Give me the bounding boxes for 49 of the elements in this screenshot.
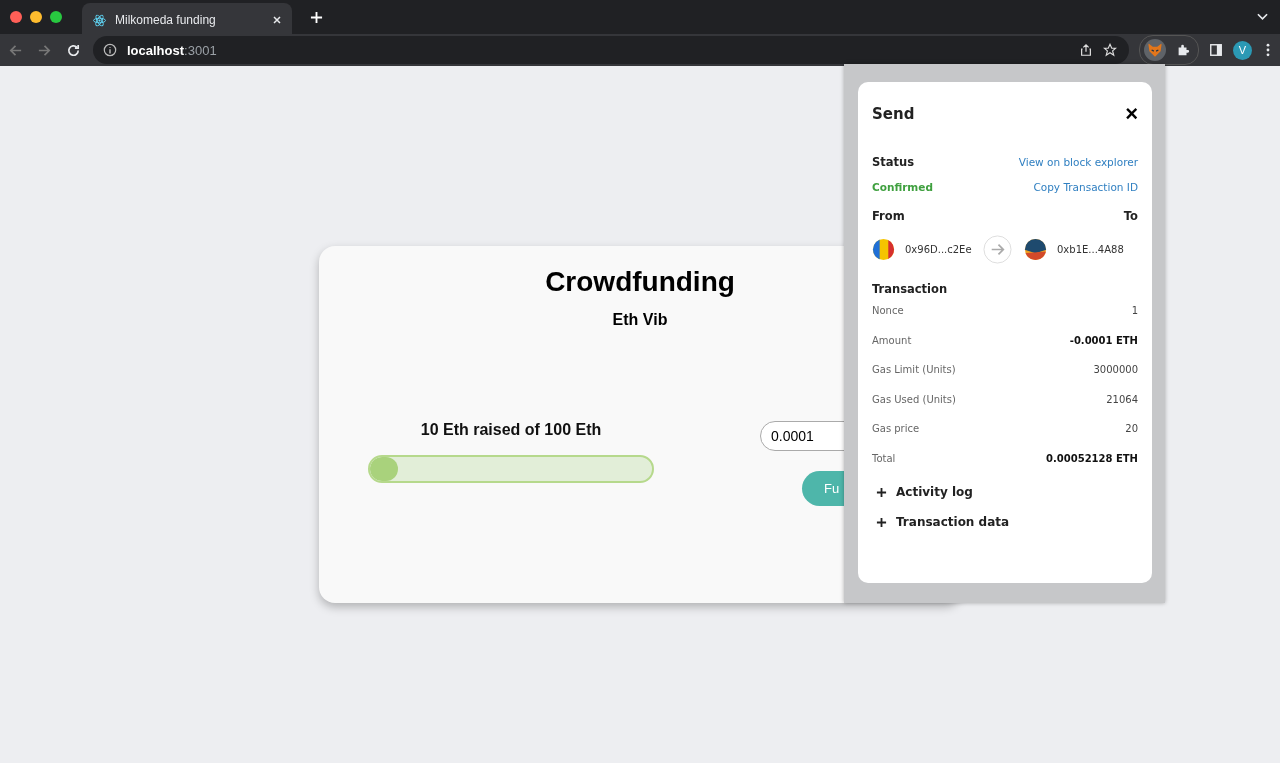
campaign-title: Crowdfunding bbox=[545, 266, 735, 298]
share-icon[interactable] bbox=[1079, 43, 1093, 57]
copy-id-link[interactable]: Copy Transaction ID bbox=[1033, 181, 1138, 193]
detail-value: 0.00052128 ETH bbox=[1046, 452, 1138, 464]
expand-section-button[interactable]: Transaction data bbox=[872, 515, 1138, 529]
detail-value: 1 bbox=[1131, 305, 1138, 317]
detail-value: 21064 bbox=[1106, 393, 1138, 405]
detail-label: Gas Limit (Units) bbox=[872, 364, 956, 376]
detail-label: Total bbox=[872, 452, 896, 464]
status-text: Confirmed bbox=[872, 181, 933, 193]
progress-label: 10 Eth raised of 100 Eth bbox=[420, 421, 602, 439]
detail-label: Nonce bbox=[872, 305, 904, 317]
account-avatar-icon bbox=[1024, 237, 1047, 261]
reload-icon[interactable] bbox=[66, 42, 81, 58]
to-address: 0xb1E...4A88 bbox=[1057, 243, 1125, 255]
detail-value: 20 bbox=[1125, 423, 1138, 435]
detail-label: Amount bbox=[872, 334, 912, 346]
expand-section-button[interactable]: Activity log bbox=[872, 485, 1138, 499]
transaction-heading: Transaction bbox=[872, 282, 949, 296]
plus-icon bbox=[876, 516, 887, 528]
menu-icon[interactable] bbox=[1266, 43, 1270, 57]
chevron-down-icon[interactable] bbox=[1257, 13, 1268, 21]
close-button[interactable]: × bbox=[1125, 103, 1138, 125]
dialog-title: Send bbox=[872, 105, 915, 123]
fox-extension-icon[interactable] bbox=[1144, 39, 1166, 61]
detail-value: 3000000 bbox=[1093, 364, 1138, 376]
puzzle-icon[interactable] bbox=[1176, 43, 1190, 57]
status-label: Status bbox=[872, 155, 915, 169]
block-explorer-link[interactable]: View on block explorer bbox=[1018, 156, 1138, 168]
to-label: To bbox=[1123, 209, 1138, 223]
from-address: 0x96D...c2Ee bbox=[905, 243, 973, 255]
detail-value: -0.0001 ETH bbox=[1069, 334, 1138, 346]
browser-tab[interactable]: Milkomeda funding bbox=[82, 3, 292, 37]
arrow-right-icon bbox=[983, 234, 1012, 264]
from-label: From bbox=[872, 209, 905, 223]
address-bar[interactable]: localhost:3001 bbox=[93, 36, 1129, 64]
info-icon[interactable] bbox=[103, 43, 117, 57]
minimize-window-icon[interactable] bbox=[30, 11, 42, 23]
star-icon[interactable] bbox=[1103, 43, 1117, 57]
campaign-subtitle: Eth Vib bbox=[612, 311, 668, 329]
side-panel-icon[interactable] bbox=[1209, 43, 1223, 57]
account-avatar-icon bbox=[872, 237, 895, 261]
close-window-icon[interactable] bbox=[10, 11, 22, 23]
close-tab-icon[interactable] bbox=[272, 15, 282, 25]
new-tab-icon[interactable] bbox=[310, 10, 323, 24]
maximize-window-icon[interactable] bbox=[50, 11, 62, 23]
plus-icon bbox=[876, 486, 887, 498]
detail-label: Gas Used (Units) bbox=[872, 393, 956, 405]
atom-icon bbox=[92, 12, 107, 28]
